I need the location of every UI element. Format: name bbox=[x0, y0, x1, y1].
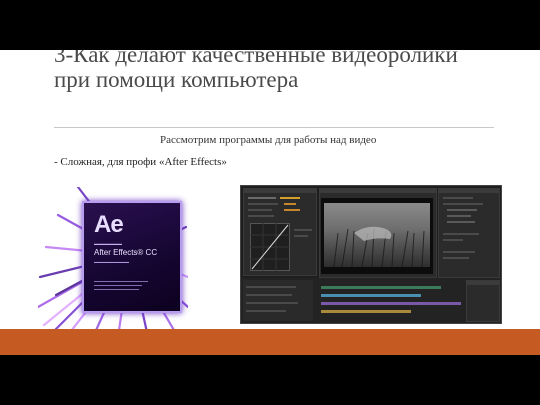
ae-legal-marks: ▬▬▬▬▬▬▬▬▬▬▬▬▬▬▬▬▬▬ ▬▬▬▬▬▬▬▬▬▬▬▬▬▬▬▬ ▬▬▬▬… bbox=[94, 279, 148, 291]
timeline-track bbox=[321, 310, 411, 313]
bullet-item: - Сложная, для профи «After Effects» bbox=[54, 156, 227, 168]
after-effects-logo: Ae ▬▬▬▬▬▬▬ After Effects® CC ▬▬▬▬▬▬▬▬▬▬ … bbox=[38, 187, 188, 337]
wheat-photo-icon bbox=[333, 226, 425, 268]
timeline-track bbox=[321, 302, 461, 305]
ae-logo-letters: Ae bbox=[94, 211, 124, 238]
title-divider bbox=[54, 127, 494, 128]
preview-panel bbox=[466, 280, 500, 322]
accent-footer-bar bbox=[0, 329, 540, 355]
composition-viewer bbox=[321, 198, 433, 274]
slide: 3-Как делают качественные видеоролики пр… bbox=[0, 50, 540, 355]
ae-product-name: After Effects® CC bbox=[94, 248, 158, 257]
ae-logo-small-text: ▬▬▬▬▬▬▬ bbox=[94, 241, 122, 246]
hand-in-wheat-image bbox=[324, 203, 430, 268]
ae-logo-box: Ae ▬▬▬▬▬▬▬ After Effects® CC ▬▬▬▬▬▬▬▬▬▬ … bbox=[82, 201, 182, 313]
slide-subtitle: Рассмотрим программы для работы над виде… bbox=[160, 134, 377, 146]
timeline-panel bbox=[241, 278, 501, 323]
effects-panel bbox=[438, 188, 500, 278]
timeline-track bbox=[321, 286, 441, 289]
timeline-track bbox=[321, 294, 421, 297]
after-effects-screenshot bbox=[240, 185, 502, 324]
ae-tagline-marks: ▬▬▬▬▬▬▬▬▬▬ bbox=[94, 260, 129, 264]
curves-graph-icon bbox=[250, 223, 290, 271]
project-panel bbox=[243, 188, 317, 276]
slide-title: 3-Как делают качественные видеоролики пр… bbox=[54, 50, 458, 92]
timeline-layers bbox=[243, 280, 313, 321]
